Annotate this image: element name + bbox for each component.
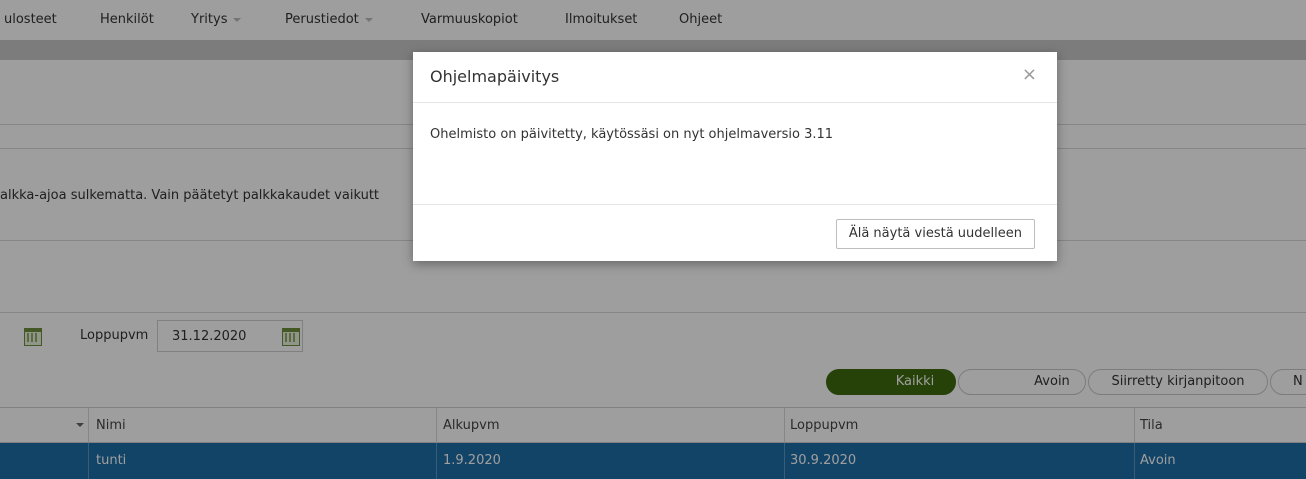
- update-dialog: Ohjelmapäivitys × Ohelmisto on päivitett…: [413, 52, 1057, 261]
- dialog-header: Ohjelmapäivitys ×: [413, 52, 1057, 103]
- dialog-message: Ohelmisto on päivitetty, käytössäsi on n…: [430, 127, 834, 142]
- dialog-footer: Älä näytä viestä uudelleen: [413, 204, 1057, 261]
- dont-show-again-button[interactable]: Älä näytä viestä uudelleen: [835, 219, 1035, 249]
- dialog-title: Ohjelmapäivitys: [430, 67, 560, 86]
- close-icon[interactable]: ×: [1022, 66, 1037, 84]
